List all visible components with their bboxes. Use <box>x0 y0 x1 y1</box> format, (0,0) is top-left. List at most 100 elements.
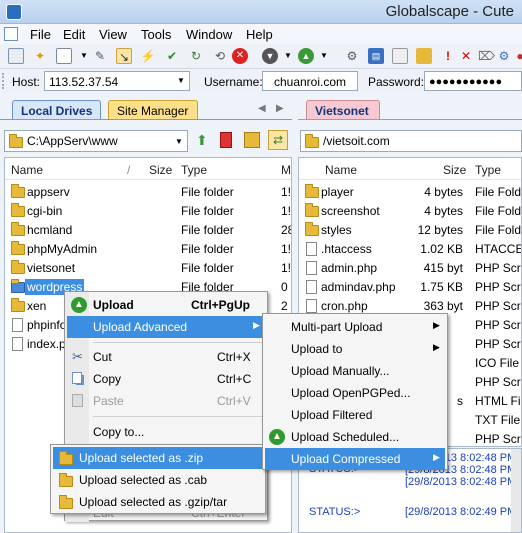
file-row[interactable]: phpMyAdmin File folder 1! <box>5 240 291 259</box>
remote-file-row[interactable]: admindav.php 1.75 KB PHP Scrip <box>299 278 521 297</box>
upload-dropdown-icon[interactable]: ▼ <box>316 48 332 64</box>
menu-label: Upload Manually... <box>291 364 390 378</box>
col-name[interactable]: Name <box>325 163 357 177</box>
menu-shortcut: Ctrl+V <box>217 394 251 408</box>
username-input[interactable]: chuanroi.com <box>262 71 358 91</box>
file-size: 12 bytes <box>417 223 463 237</box>
menu-item-upload-filtered[interactable]: Upload Filtered <box>265 404 445 426</box>
col-name[interactable]: Name <box>11 163 43 177</box>
remote-file-row[interactable]: .htaccess 1.02 KB HTACCE <box>299 240 522 259</box>
menu-item-upload-cab[interactable]: Upload selected as .cab <box>53 469 263 491</box>
remote-file-row[interactable]: admin.php 415 byt PHP Scrip <box>299 259 521 278</box>
menu-item-upload-openpgp[interactable]: Upload OpenPGPed... <box>265 382 445 404</box>
upload-icon: ▲ <box>71 297 87 313</box>
menu-tools[interactable]: Tools <box>141 27 171 42</box>
document-icon[interactable] <box>4 27 18 41</box>
file-name: hcmland <box>27 223 73 237</box>
menu-label: Upload <box>93 298 134 312</box>
help-icon[interactable]: ● <box>512 48 522 64</box>
menu-item-upload-scheduled[interactable]: ▲ Upload Scheduled... <box>265 426 445 448</box>
path-dropdown-icon[interactable]: ▼ <box>175 137 183 146</box>
download-icon[interactable]: ▼ <box>262 48 278 64</box>
download-dropdown-icon[interactable]: ▼ <box>280 48 296 64</box>
file-type: HTACCE <box>475 242 522 256</box>
upload-advanced-submenu: Multi-part Upload ▶ Upload to ▶ Upload M… <box>262 313 448 470</box>
host-dropdown-icon[interactable]: ▼ <box>177 76 185 85</box>
tab-site-manager[interactable]: Site Manager <box>108 100 198 120</box>
menu-item-copy-to[interactable]: Copy to... <box>67 421 265 443</box>
col-type[interactable]: Type <box>181 163 207 177</box>
menu-item-upload-compressed[interactable]: Upload Compressed ▶ <box>265 448 445 470</box>
wizard-icon[interactable]: ✦ <box>32 48 48 64</box>
menu-item-copy[interactable]: Copy Ctrl+C <box>67 368 265 390</box>
file-row[interactable]: hcmland File folder 28 <box>5 221 291 240</box>
menu-view[interactable]: View <box>99 27 127 42</box>
properties-icon[interactable]: ⚙ <box>344 48 360 64</box>
new-folder-icon[interactable] <box>244 132 260 148</box>
upload-icon[interactable]: ▲ <box>298 48 314 64</box>
stop-icon[interactable]: ⟲ <box>212 48 228 64</box>
remote-file-row[interactable]: screenshot 4 bytes File Folde <box>299 202 521 221</box>
new-file-icon[interactable] <box>56 48 72 64</box>
folder-icon[interactable] <box>416 48 432 64</box>
menu-item-upload-zip[interactable]: Upload selected as .zip <box>53 447 263 469</box>
dropdown-icon[interactable]: ▼ <box>76 48 92 64</box>
file-name: vietsonet <box>27 261 76 275</box>
menu-window[interactable]: Window <box>186 27 232 42</box>
reconnect-icon[interactable]: ✔ <box>164 48 180 64</box>
menu-item-upload-advanced[interactable]: Upload Advanced ▶ <box>67 316 265 338</box>
view-icon[interactable]: ▤ <box>368 48 384 64</box>
file-row[interactable]: vietsonet File folder 1! <box>5 259 291 278</box>
list-icon[interactable] <box>392 48 408 64</box>
menu-item-upload-to[interactable]: Upload to ▶ <box>265 338 445 360</box>
remote-path-input[interactable]: /vietsoit.com <box>300 130 522 152</box>
local-path-input[interactable]: C:\AppServ\www <box>4 130 188 152</box>
settings-icon[interactable]: ⚙ <box>496 48 512 64</box>
password-input[interactable]: ●●●●●●●●●●● <box>424 71 522 91</box>
file-name: phpinfo <box>27 318 67 332</box>
menu-help[interactable]: Help <box>246 27 273 42</box>
tab-vietsonet[interactable]: Vietsonet <box>306 100 380 120</box>
file-name: phpMyAdmin <box>27 242 98 256</box>
col-modified[interactable]: M <box>281 163 291 177</box>
file-name: player <box>321 185 354 199</box>
file-type: PHP Scrip <box>475 261 521 275</box>
col-size[interactable]: Size <box>443 163 466 177</box>
menu-item-upload-manually[interactable]: Upload Manually... <box>265 360 445 382</box>
file-type: PHP Scrip <box>475 318 521 332</box>
file-name: admin.php <box>321 261 378 275</box>
refresh-icon[interactable]: ↻ <box>188 48 204 64</box>
col-sort[interactable]: / <box>127 163 130 177</box>
col-type[interactable]: Type <box>475 163 501 177</box>
menu-file[interactable]: File <box>30 27 51 42</box>
log-scrollbar[interactable] <box>511 449 521 532</box>
menu-edit[interactable]: Edit <box>63 27 85 42</box>
file-row[interactable]: appserv File folder 1! <box>5 183 291 202</box>
connect-icon[interactable]: ✎ <box>92 48 108 64</box>
tab-local-drives[interactable]: Local Drives <box>12 100 102 120</box>
up-folder-icon[interactable]: ⬆ <box>196 132 212 148</box>
file-row[interactable]: cgi-bin File folder 1! <box>5 202 291 221</box>
bookmark-icon[interactable] <box>220 132 232 148</box>
new-icon[interactable] <box>8 48 24 64</box>
host-input[interactable]: 113.52.37.54 <box>44 71 190 91</box>
menu-item-upload[interactable]: ▲ Upload Ctrl+PgUp <box>67 294 265 316</box>
tab-scroll-left-icon[interactable]: ◀ <box>258 103 266 114</box>
file-icon <box>306 242 317 256</box>
tab-scroll-right-icon[interactable]: ▶ <box>276 103 284 114</box>
toolbar: ✦ ▼ ✎ ↘ ⚡ ✔ ↻ ⟲ ✕ ▼ ▼ ▲ ▼ ⚙ ▤ ! ✕ ⌦ ⚙ ● <box>0 44 522 69</box>
delete-icon[interactable]: ✕ <box>458 48 474 64</box>
remote-file-row[interactable]: player 4 bytes File Folde <box>299 183 521 202</box>
sync-icon[interactable]: ⇄ <box>268 130 288 150</box>
quick-connect-icon[interactable]: ↘ <box>116 48 132 64</box>
menu-item-upload-gzip[interactable]: Upload selected as .gzip/tar <box>53 491 263 513</box>
alert-icon[interactable]: ! <box>440 48 456 64</box>
menu-item-paste[interactable]: Paste Ctrl+V <box>67 390 265 412</box>
remote-file-row[interactable]: styles 12 bytes File Folde <box>299 221 521 240</box>
col-size[interactable]: Size <box>149 163 172 177</box>
menu-item-cut[interactable]: ✂ Cut Ctrl+X <box>67 346 265 368</box>
menu-item-multipart[interactable]: Multi-part Upload ▶ <box>265 316 445 338</box>
rename-icon[interactable]: ⌦ <box>478 48 495 64</box>
cancel-icon[interactable]: ✕ <box>232 48 248 64</box>
disconnect-icon[interactable]: ⚡ <box>140 48 156 64</box>
